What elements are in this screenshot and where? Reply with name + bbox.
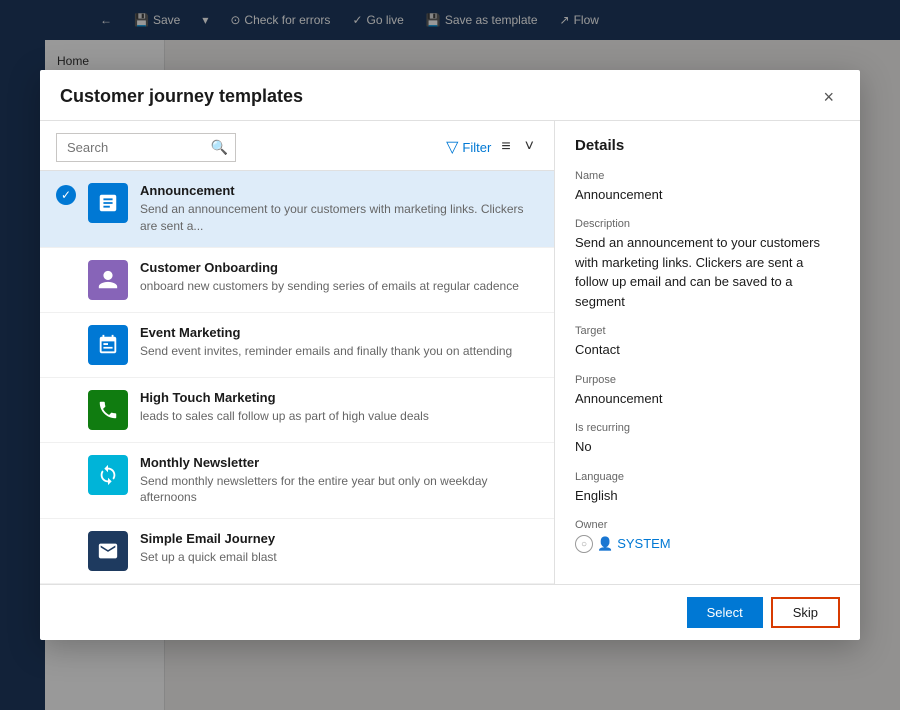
details-panel: Details Name Announcement Description Se…: [555, 121, 860, 584]
template-list-panel: 🔍 ▽ Filter ≡ ˅: [40, 121, 555, 584]
template-info-onboarding: Customer Onboarding onboard new customer…: [140, 260, 538, 295]
template-name-event: Event Marketing: [140, 325, 538, 340]
close-icon: ×: [823, 87, 834, 107]
template-name-hightouch: High Touch Marketing: [140, 390, 538, 405]
detail-label-recurring: Is recurring: [575, 422, 840, 434]
detail-value-owner[interactable]: ○ 👤 SYSTEM: [575, 534, 840, 554]
chevron-down-icon: ˅: [525, 138, 534, 155]
filter-label: Filter: [462, 140, 491, 155]
template-icon-event: [88, 325, 128, 365]
modal-header: Customer journey templates ×: [40, 70, 860, 121]
detail-label-purpose: Purpose: [575, 374, 840, 386]
detail-label-language: Language: [575, 471, 840, 483]
search-input[interactable]: [56, 133, 236, 162]
template-icon-simple-email: [88, 531, 128, 571]
detail-field-description: Description Send an announcement to your…: [575, 218, 840, 311]
template-item-onboarding[interactable]: Customer Onboarding onboard new customer…: [40, 248, 554, 313]
template-info-hightouch: High Touch Marketing leads to sales call…: [140, 390, 538, 425]
modal-footer: Select Skip: [40, 584, 860, 640]
select-button[interactable]: Select: [687, 597, 763, 628]
detail-value-purpose: Announcement: [575, 389, 840, 409]
sort-icon: ≡: [501, 138, 510, 155]
template-icon-hightouch: [88, 390, 128, 430]
modal-body: 🔍 ▽ Filter ≡ ˅: [40, 121, 860, 584]
template-desc-onboarding: onboard new customers by sending series …: [140, 278, 538, 295]
template-name-onboarding: Customer Onboarding: [140, 260, 538, 275]
customer-journey-modal: Customer journey templates × 🔍 ▽: [40, 70, 860, 640]
template-item-event[interactable]: Event Marketing Send event invites, remi…: [40, 313, 554, 378]
template-name-simple-email: Simple Email Journey: [140, 531, 538, 546]
detail-field-target: Target Contact: [575, 325, 840, 360]
detail-value-name: Announcement: [575, 185, 840, 205]
detail-field-recurring: Is recurring No: [575, 422, 840, 457]
detail-label-owner: Owner: [575, 519, 840, 531]
detail-label-name: Name: [575, 170, 840, 182]
detail-field-name: Name Announcement: [575, 170, 840, 205]
template-item-newsletter[interactable]: Monthly Newsletter Send monthly newslett…: [40, 443, 554, 520]
template-icon-onboarding: [88, 260, 128, 300]
owner-person-icon: 👤: [597, 534, 613, 554]
template-icon-newsletter: [88, 455, 128, 495]
template-desc-event: Send event invites, reminder emails and …: [140, 343, 538, 360]
template-icon-announcement: [88, 183, 128, 223]
search-wrapper: 🔍: [56, 133, 236, 162]
modal-close-button[interactable]: ×: [817, 86, 840, 108]
template-name-newsletter: Monthly Newsletter: [140, 455, 538, 470]
chevron-button[interactable]: ˅: [521, 136, 538, 158]
template-item-announcement[interactable]: ✓ Announcement Send an announcement to y…: [40, 171, 554, 248]
template-list: ✓ Announcement Send an announcement to y…: [40, 171, 554, 584]
template-info-announcement: Announcement Send an announcement to you…: [140, 183, 538, 235]
template-info-simple-email: Simple Email Journey Set up a quick emai…: [140, 531, 538, 566]
check-icon-announcement: ✓: [56, 185, 76, 205]
detail-value-target: Contact: [575, 340, 840, 360]
details-section-title: Details: [575, 137, 840, 154]
template-item-simple-email[interactable]: Simple Email Journey Set up a quick emai…: [40, 519, 554, 584]
template-desc-hightouch: leads to sales call follow up as part of…: [140, 408, 538, 425]
sort-button[interactable]: ≡: [497, 136, 514, 158]
detail-value-recurring: No: [575, 437, 840, 457]
detail-label-description: Description: [575, 218, 840, 230]
detail-value-language: English: [575, 486, 840, 506]
owner-circle-icon: ○: [575, 535, 593, 553]
template-name-announcement: Announcement: [140, 183, 538, 198]
template-item-hightouch[interactable]: High Touch Marketing leads to sales call…: [40, 378, 554, 443]
detail-field-purpose: Purpose Announcement: [575, 374, 840, 409]
modal-overlay: Customer journey templates × 🔍 ▽: [0, 0, 900, 710]
template-desc-announcement: Send an announcement to your customers w…: [140, 201, 538, 235]
detail-field-owner: Owner ○ 👤 SYSTEM: [575, 519, 840, 554]
template-info-newsletter: Monthly Newsletter Send monthly newslett…: [140, 455, 538, 507]
owner-name: SYSTEM: [617, 534, 670, 554]
filter-area: ▽ Filter ≡ ˅: [446, 136, 538, 158]
filter-icon: ▽: [446, 137, 458, 157]
filter-button[interactable]: ▽ Filter: [446, 137, 491, 157]
skip-button[interactable]: Skip: [771, 597, 840, 628]
detail-label-target: Target: [575, 325, 840, 337]
modal-title: Customer journey templates: [60, 86, 303, 107]
template-desc-simple-email: Set up a quick email blast: [140, 549, 538, 566]
detail-value-description: Send an announcement to your customers w…: [575, 233, 840, 311]
detail-field-language: Language English: [575, 471, 840, 506]
template-desc-newsletter: Send monthly newsletters for the entire …: [140, 473, 538, 507]
template-info-event: Event Marketing Send event invites, remi…: [140, 325, 538, 360]
